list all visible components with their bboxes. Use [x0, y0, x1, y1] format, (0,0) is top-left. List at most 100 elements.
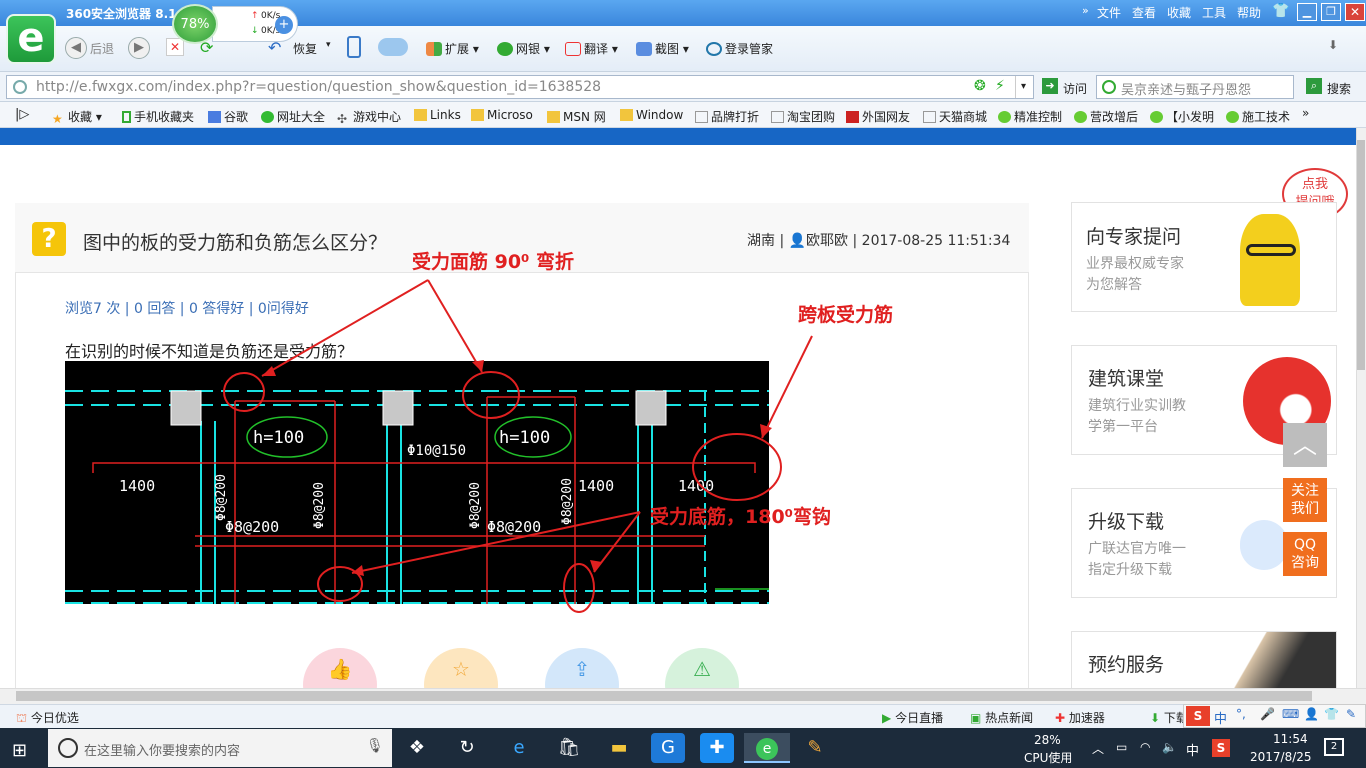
bookmark-links[interactable]: Links — [414, 108, 461, 122]
horizontal-scroll-thumb[interactable] — [16, 691, 1312, 701]
tools-icon[interactable]: ✎ — [1346, 707, 1356, 721]
toolbar-down-icon[interactable]: ⬇ — [1328, 38, 1344, 54]
back-label[interactable]: 后退 — [90, 40, 114, 57]
toolbar-bank[interactable]: 网银 ▾ — [497, 40, 550, 57]
toolbar-screenshot[interactable]: 截图 ▾ — [636, 40, 689, 57]
ime-mode-cn[interactable]: 中 — [1214, 708, 1227, 727]
toolbar-translate[interactable]: 翻译 ▾ — [565, 40, 618, 57]
status-accelerator[interactable]: ✚ 加速器 — [1055, 709, 1105, 726]
page-icon — [771, 111, 784, 123]
toolbar-extensions[interactable]: 扩展 ▾ — [426, 40, 479, 57]
phone-icon[interactable] — [347, 36, 361, 58]
taskbar-search[interactable]: 在这里输入你要搜索的内容 — [48, 729, 392, 767]
ime-toolbar[interactable]: S 中 °, 🎤 ⌨ 👤 👕 ✎ — [1183, 704, 1366, 728]
close-button[interactable]: ✕ — [1345, 3, 1365, 21]
restore-dropdown-icon[interactable]: ▾ — [326, 40, 331, 50]
keyboard-icon[interactable]: ⌨ — [1282, 707, 1299, 721]
cloud-icon[interactable] — [378, 38, 408, 56]
url-dropdown-icon[interactable]: ▾ — [1015, 76, 1031, 98]
speed-ball[interactable]: 78% — [172, 4, 218, 44]
restore-label[interactable]: 恢复 — [293, 40, 317, 57]
skin-icon[interactable]: 👤 — [1304, 707, 1319, 721]
notification-icon[interactable]: 2 — [1324, 738, 1344, 756]
punctuation-icon[interactable]: °, — [1236, 707, 1246, 721]
follow-us-button[interactable]: 关注 我们 — [1283, 478, 1327, 522]
wifi-icon[interactable]: ◠ — [1140, 740, 1150, 754]
flag-icon — [846, 111, 859, 123]
vertical-scroll-thumb[interactable] — [1357, 140, 1365, 370]
forward-arrow-icon[interactable]: ▶ — [128, 37, 150, 59]
bookmark-foreign[interactable]: 外国网友 — [846, 108, 910, 125]
taskbar-app-taskview-icon[interactable]: ❖ — [400, 733, 434, 763]
speed-mode-icon[interactable]: ⚡ — [995, 78, 1005, 94]
stop-icon[interactable]: ✕ — [166, 38, 184, 56]
taskbar-app-store-icon[interactable]: 🛍 — [552, 733, 586, 763]
up-arrow-icon: ↑ — [251, 11, 259, 21]
bookmark-games[interactable]: ✣ 游戏中心 — [337, 108, 401, 126]
taskbar-app-edge-icon[interactable]: e — [502, 733, 536, 763]
bookmark-precise[interactable]: 精准控制 — [998, 108, 1062, 125]
site-header-strip — [0, 128, 1356, 145]
sidebar-toggle-icon[interactable]: |▷ — [15, 107, 29, 122]
skin-icon[interactable]: 👕 — [1272, 3, 1289, 19]
go-button[interactable]: 访问 — [1063, 80, 1087, 97]
bookmark-nav[interactable]: 网址大全 — [261, 108, 325, 125]
microphone-icon[interactable]: 🎙 — [366, 738, 384, 754]
bookmark-microsoft[interactable]: Microso — [471, 108, 533, 122]
search-input[interactable]: 吴京亲述与甄子丹恩怨 — [1096, 75, 1294, 99]
plus-icon[interactable]: + — [275, 16, 293, 34]
bookmark-construction[interactable]: 施工技术 — [1226, 108, 1290, 125]
menu-tools[interactable]: 工具 — [1202, 4, 1226, 21]
sogou-tray-icon[interactable]: S — [1212, 739, 1230, 757]
search-icon[interactable]: ⌕ — [1306, 78, 1322, 94]
status-live[interactable]: ▶ 今日直播 — [882, 709, 943, 726]
bookmarks-more-icon[interactable]: » — [1302, 106, 1309, 120]
search-button[interactable]: 搜索 — [1327, 80, 1351, 97]
mic-icon[interactable]: 🎤 — [1260, 707, 1275, 721]
bookmark-taobao[interactable]: 淘宝团购 — [771, 108, 835, 125]
search-engine-icon[interactable] — [1102, 80, 1116, 94]
clock-time[interactable]: 11:54 — [1273, 732, 1308, 746]
taskbar-app-360-icon[interactable]: e — [744, 733, 790, 763]
browser-logo-icon[interactable]: e — [6, 14, 56, 64]
back-arrow-icon[interactable]: ◀ — [65, 37, 87, 59]
minimize-button[interactable]: ▁ — [1297, 3, 1317, 21]
taskbar-app-tool-icon[interactable]: ✚ — [700, 733, 734, 763]
status-news[interactable]: ▣ 热点新闻 — [970, 709, 1033, 726]
tray-device-icon[interactable]: ▭ — [1116, 740, 1127, 754]
taskbar-app-g-icon[interactable]: G — [651, 733, 685, 763]
restore-button[interactable]: ❐ — [1321, 3, 1341, 21]
bookmark-favorites[interactable]: ★ 收藏 ▾ — [52, 108, 102, 126]
menu-file[interactable]: 文件 — [1097, 4, 1121, 21]
back-to-top-button[interactable]: ︿ — [1283, 423, 1327, 467]
today-picks[interactable]: ⛫ 今日优选 — [16, 709, 79, 727]
taskbar-app-refresh-icon[interactable]: ↻ — [450, 733, 484, 763]
down-arrow-icon: ↓ — [251, 26, 259, 36]
clock-date[interactable]: 2017/8/25 — [1250, 750, 1312, 764]
bookmark-google[interactable]: 谷歌 — [208, 108, 248, 125]
qq-consult-button[interactable]: QQ 咨询 — [1283, 532, 1327, 576]
taskbar-app-explorer-icon[interactable]: ▬ — [602, 733, 636, 763]
ime-indicator[interactable]: 中 — [1186, 740, 1199, 759]
bookmark-mobile[interactable]: 手机收藏夹 — [122, 108, 194, 125]
menu-help[interactable]: 帮助 — [1237, 4, 1261, 21]
bookmark-invention[interactable]: 【小发明 — [1150, 108, 1214, 125]
annotation-top-rebar: 受力面筋 90⁰ 弯折 — [412, 251, 574, 273]
url-text[interactable]: http://e.fwxgx.com/index.php?r=question/… — [36, 79, 601, 95]
tray-up-arrow-icon[interactable]: ︿ — [1092, 740, 1104, 757]
menu-favorites[interactable]: 收藏 — [1167, 4, 1191, 21]
bookmark-brand[interactable]: 品牌打折 — [695, 108, 759, 125]
toolbar-login-manager[interactable]: 登录管家 — [706, 40, 773, 57]
security-icon[interactable]: ❂ — [974, 78, 986, 94]
bookmark-windows[interactable]: Window — [620, 108, 683, 122]
bookmark-vat[interactable]: 营改增后 — [1074, 108, 1138, 125]
bookmark-tmall[interactable]: 天猫商城 — [923, 108, 987, 125]
shirt-icon[interactable]: 👕 — [1324, 707, 1339, 721]
menu-view[interactable]: 查看 — [1132, 4, 1156, 21]
taskbar-app-notes-icon[interactable]: ✎ — [798, 733, 832, 763]
volume-icon[interactable]: 🔈 — [1162, 740, 1177, 754]
windows-start-icon[interactable]: ⊞ — [12, 740, 27, 761]
go-icon[interactable]: ➜ — [1042, 78, 1058, 94]
sogou-ime-icon[interactable]: S — [1186, 706, 1210, 726]
bookmark-msn[interactable]: MSN 网 — [547, 108, 606, 125]
